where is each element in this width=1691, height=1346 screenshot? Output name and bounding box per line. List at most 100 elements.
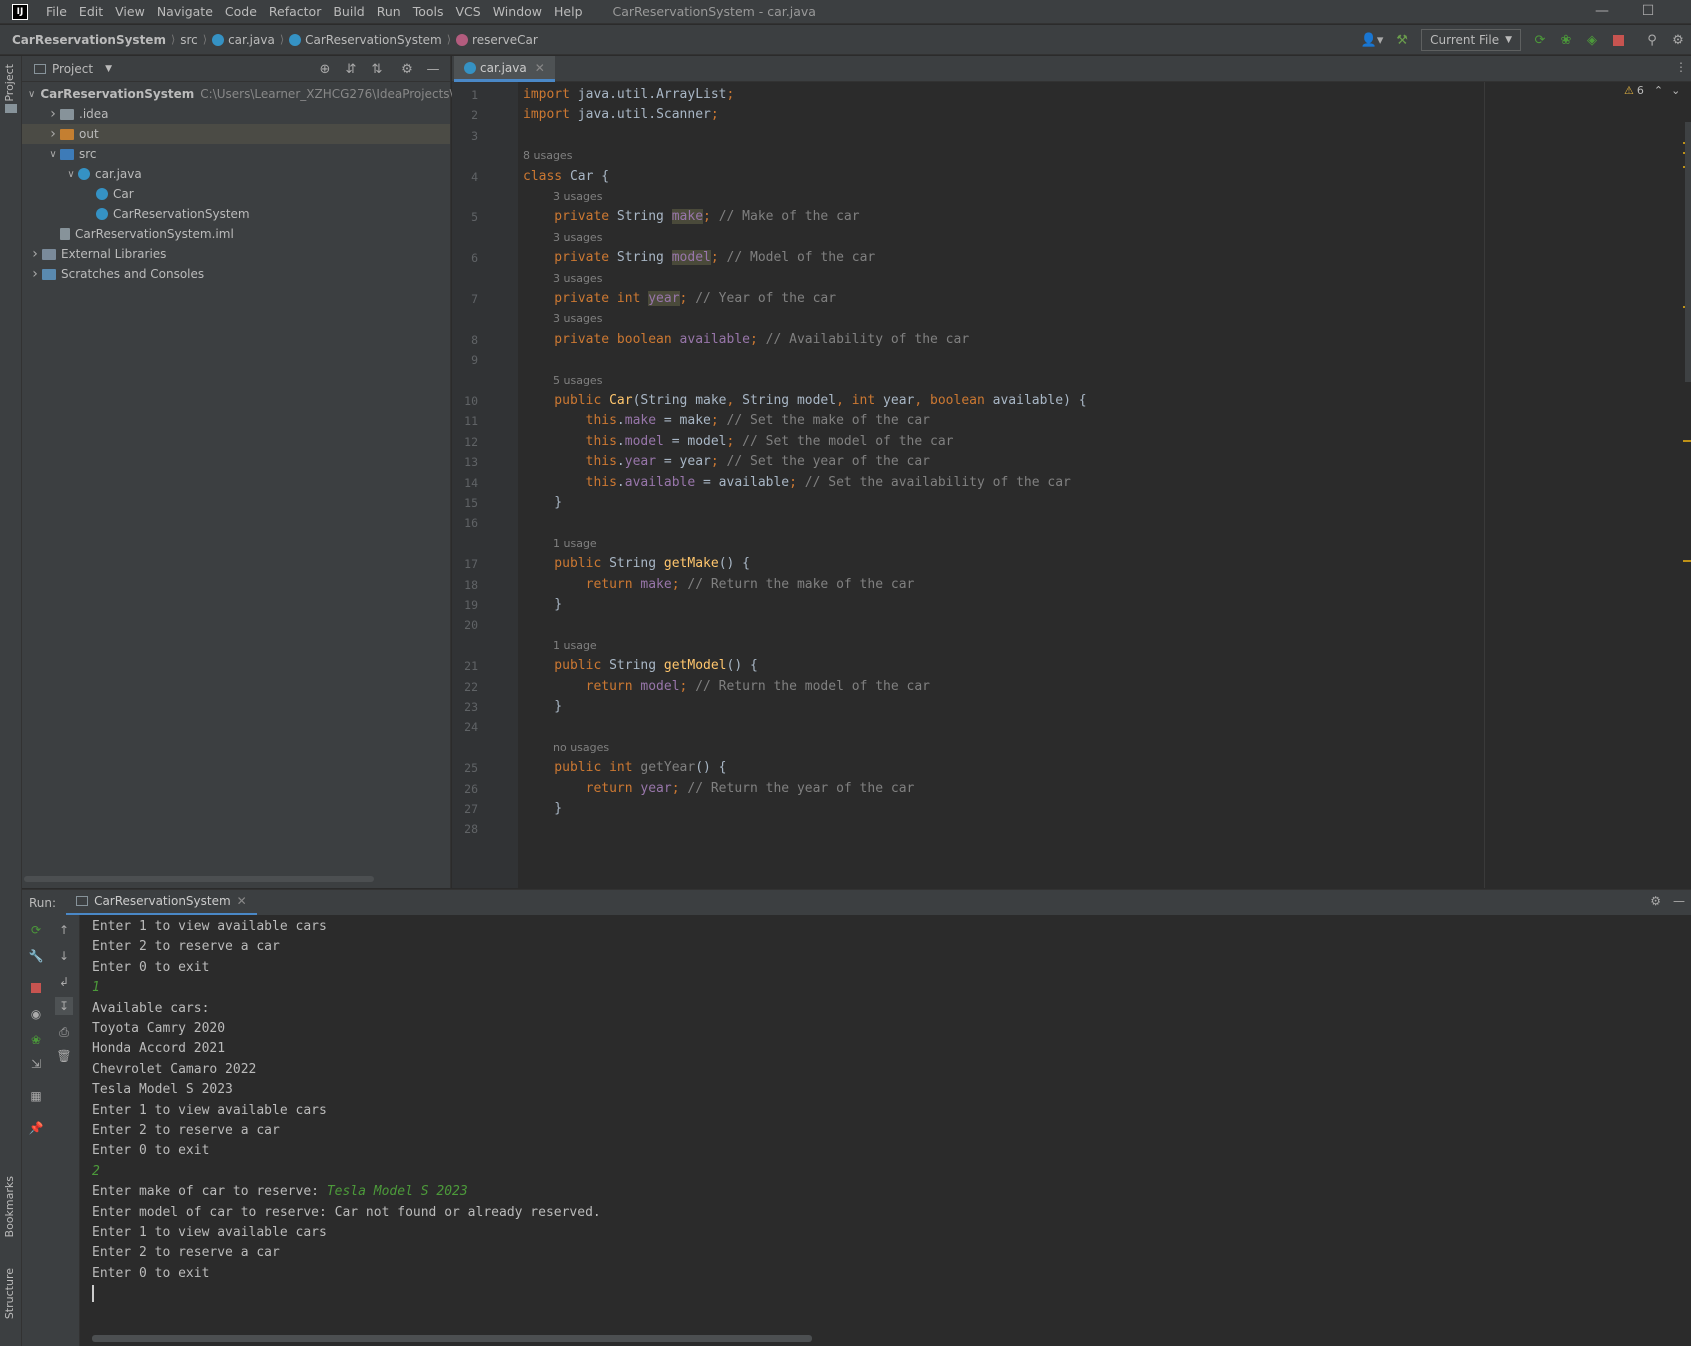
search-icon[interactable]: ⚲ [1641,29,1663,51]
menu-refactor[interactable]: Refactor [263,0,327,24]
tree-item[interactable]: ∨ CarReservationSystem C:\Users\Learner_XZ… [22,84,489,104]
bookmarks-tool-button[interactable]: Bookmarks [3,1176,16,1237]
code-vision-hint[interactable]: 8 usages [523,145,572,167]
close-icon[interactable]: ✕ [535,61,545,75]
code-token: . [616,413,625,429]
coverage-icon[interactable]: ◈ [1581,29,1603,51]
menu-window[interactable]: Window [487,0,548,24]
code-vision-hint[interactable]: 3 usages [553,186,602,208]
code-vision-hint[interactable]: no usages [553,737,609,759]
locate-icon[interactable]: ⊕ [314,58,336,80]
chevron-down-icon[interactable]: ∨ [64,169,78,180]
tree-item[interactable]: › .idea [22,104,450,124]
debug-bug-icon[interactable]: ❀ [1555,29,1577,51]
code-vision-hint[interactable]: 1 usage [553,635,597,657]
line-number: 18 [464,577,478,592]
user-icon[interactable]: 👤▾ [1357,29,1387,51]
minimize-icon[interactable]: — [1582,0,1622,24]
code-vision-hint[interactable]: 3 usages [553,308,602,330]
run-console[interactable]: Enter 1 to view available cars Enter 2 to… [80,915,1691,1346]
tree-item[interactable]: Car [22,184,450,204]
code-vision-hint[interactable]: 1 usage [553,533,597,555]
hide-panel-icon[interactable]: — [1673,894,1685,908]
stop-icon[interactable] [1607,29,1629,51]
chevron-down-icon[interactable]: ▼ [105,64,112,74]
breadcrumb-project[interactable]: CarReservationSystem [12,33,166,47]
print-icon[interactable]: ⎙ [55,1023,73,1041]
gear-icon[interactable]: ⚙ [396,58,418,80]
tree-item[interactable]: › Scratches and Consoles [22,264,450,284]
menu-help[interactable]: Help [548,0,589,24]
gear-icon[interactable]: ⚙ [1650,894,1661,908]
soft-wrap-icon[interactable]: ↲ [55,973,73,991]
menu-navigate[interactable]: Navigate [151,0,219,24]
line-number: 27 [464,802,478,816]
more-tabs-icon[interactable]: ⋮ [1675,60,1687,74]
chevron-up-icon[interactable]: ⌃ [1654,84,1663,97]
close-icon[interactable]: ✕ [237,894,247,908]
scroll-to-end-icon[interactable]: ↧ [55,997,73,1015]
chevron-down-icon[interactable]: ⌄ [1671,84,1680,97]
tree-item[interactable]: ∨ car.java [22,164,450,184]
chevron-right-icon[interactable]: › [28,266,42,282]
pin-icon[interactable]: 📌 [27,1119,45,1137]
trash-icon[interactable]: 🗑 [55,1047,73,1065]
editor-vertical-scrollbar[interactable] [1685,122,1691,382]
menu-tools[interactable]: Tools [407,0,450,24]
rerun-icon[interactable]: ⟳ [1529,29,1551,51]
menu-view[interactable]: View [109,0,151,24]
camera-icon[interactable]: ◉ [27,1005,45,1023]
menu-code[interactable]: Code [219,0,263,24]
menu-build[interactable]: Build [327,0,370,24]
code-vision-hint[interactable]: 5 usages [553,370,602,392]
tree-item[interactable]: CarReservationSystem.iml [22,224,450,244]
build-hammer-icon[interactable]: ⚒ [1391,29,1413,51]
collapse-all-icon[interactable]: ⇅ [366,58,388,80]
tree-item[interactable]: › External Libraries [22,244,450,264]
maximize-icon[interactable]: ☐ [1628,0,1668,24]
code-vision-hint[interactable]: 3 usages [553,227,602,249]
tree-item[interactable]: ∨ src [22,144,450,164]
stop-icon[interactable] [27,979,45,997]
chevron-right-icon[interactable]: › [46,126,60,142]
console-horizontal-scrollbar[interactable] [92,1335,812,1342]
breadcrumb-src[interactable]: src [180,33,198,47]
menu-run[interactable]: Run [371,0,407,24]
menu-vcs[interactable]: VCS [450,0,487,24]
code-token: ; [789,474,805,490]
breadcrumb-method[interactable]: reserveCar [472,33,538,47]
tree-item[interactable]: › out [22,124,450,144]
project-view-select[interactable]: Project [52,62,93,76]
rerun-icon[interactable]: ⟳ [27,921,45,939]
chevron-down-icon[interactable]: ∨ [28,89,35,100]
tab-car-java[interactable]: car.java ✕ [454,56,555,82]
arrow-up-icon[interactable]: ↑ [55,921,73,939]
chevron-right-icon[interactable]: › [28,246,42,262]
structure-tool-button[interactable]: Structure [3,1268,16,1319]
hide-panel-icon[interactable]: — [422,58,444,80]
layout-icon[interactable]: ▦ [27,1087,45,1105]
menu-edit[interactable]: Edit [73,0,109,24]
wrench-icon[interactable]: 🔧 [27,947,45,965]
breadcrumb-class[interactable]: CarReservationSystem [305,33,442,47]
run-tab[interactable]: CarReservationSystem ✕ [66,890,257,916]
gear-icon[interactable]: ⚙ [1667,29,1689,51]
arrow-down-icon[interactable]: ↓ [55,947,73,965]
warning-stripe-marker[interactable] [1683,560,1691,562]
code-editor[interactable]: 1 import java.util.ArrayList; 2 import java… [452,82,1691,888]
exit-icon[interactable]: ⇲ [27,1055,45,1073]
project-horizontal-scrollbar[interactable] [24,876,374,882]
code-vision-hint[interactable]: 3 usages [553,268,602,290]
breadcrumb-file[interactable]: car.java [228,33,275,47]
expand-all-icon[interactable]: ⇵ [340,58,362,80]
menu-file[interactable]: File [40,0,73,24]
project-tool-button[interactable]: Project [3,64,16,102]
run-configuration-select[interactable]: Current File ▼ [1421,29,1521,51]
debug-bug-icon[interactable]: ❀ [27,1031,45,1049]
chevron-down-icon[interactable]: ∨ [46,149,60,160]
warning-stripe-marker[interactable] [1683,440,1691,442]
tree-item[interactable]: CarReservationSystem [22,204,450,224]
chevron-right-icon[interactable]: › [46,106,60,122]
inspection-widget[interactable]: ⚠ 6 ⌃ ⌄ [1624,84,1680,97]
menu-bar: IJ File Edit View Navigate Code Refactor Build… [0,0,1691,24]
